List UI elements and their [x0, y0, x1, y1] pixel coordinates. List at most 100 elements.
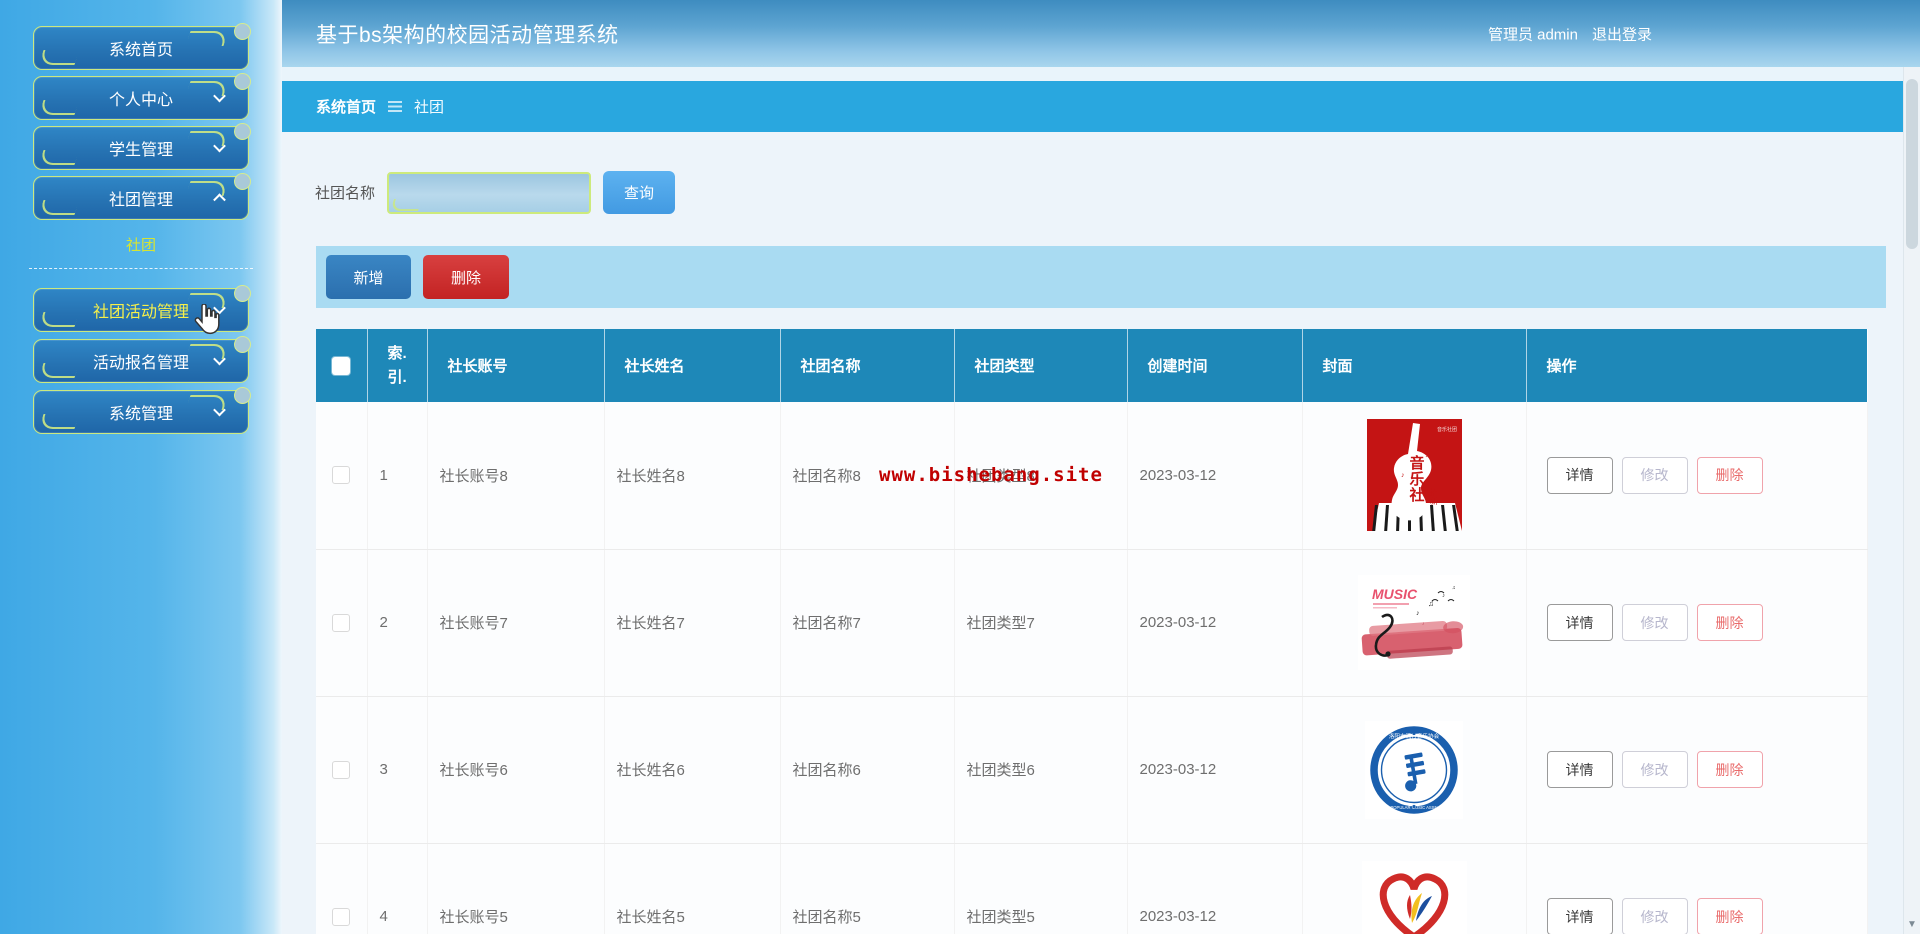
- table-row: 4 社长账号5 社长姓名5 社团名称5 社团类型5 2023-03-12 详情 …: [316, 843, 1868, 934]
- sidebar-item-activity-signup-management[interactable]: 活动报名管理: [33, 336, 251, 383]
- detail-button[interactable]: 详情: [1546, 604, 1613, 641]
- select-all-checkbox[interactable]: [332, 356, 351, 375]
- edit-button[interactable]: 修改: [1621, 604, 1688, 641]
- cell-name: 社长姓名5: [604, 843, 781, 934]
- row-checkbox[interactable]: [332, 466, 351, 485]
- sidebar-item-label: 社团活动管理: [92, 304, 189, 321]
- button-knob-decoration: [234, 387, 251, 404]
- edit-button[interactable]: 修改: [1621, 751, 1688, 788]
- sidebar-item-student-management[interactable]: 学生管理: [33, 123, 251, 170]
- header-divider-strip: [282, 67, 1903, 81]
- column-header-club: 社团名称: [780, 329, 955, 402]
- scrollbar-thumb[interactable]: [1906, 79, 1918, 249]
- button-knob-decoration: [234, 23, 251, 40]
- sidebar-item-label: 个人中心: [108, 92, 173, 109]
- detail-button[interactable]: 详情: [1546, 751, 1613, 788]
- cell-club: 社团名称6: [780, 696, 955, 844]
- svg-text:♪: ♪: [1416, 610, 1420, 617]
- button-knob-decoration: [234, 336, 251, 353]
- cell-created: 2023-03-12: [1127, 402, 1303, 550]
- cell-created: 2023-03-12: [1127, 696, 1303, 844]
- sidebar-item-label: 活动报名管理: [92, 355, 189, 372]
- row-checkbox[interactable]: [332, 907, 351, 926]
- cover-image-music-watercolor-splash: MUSIC ♪ ♫ ♪ ♫ ♪: [1303, 575, 1526, 670]
- vertical-scrollbar[interactable]: ▼: [1903, 67, 1920, 934]
- breadcrumb-home[interactable]: 系统首页: [316, 96, 376, 117]
- content-area: 社团名称 查询 新增 删除 索. 引. 社长账号 社长姓名 社团名称 社团类型 …: [282, 132, 1903, 934]
- row-actions: 详情 修改 删除: [1539, 456, 1867, 494]
- sidebar-item-club-management[interactable]: 社团管理: [33, 173, 251, 220]
- cover-image-heart-love-club-logo: 爱心社团: [1303, 860, 1526, 934]
- scrollbar-down-arrow-icon[interactable]: ▼: [1907, 919, 1917, 930]
- cell-account: 社长账号7: [427, 549, 605, 697]
- column-header-cover: 封面: [1302, 329, 1527, 402]
- app-title: 基于bs架构的校园活动管理系统: [316, 23, 619, 47]
- sidebar-item-system-management[interactable]: 系统管理: [33, 387, 251, 434]
- cell-club: 社团名称5: [780, 843, 955, 934]
- sidebar-item-home[interactable]: 系统首页: [33, 23, 251, 70]
- remove-button[interactable]: 删除: [1696, 604, 1763, 641]
- breadcrumb: 系统首页 社团: [282, 81, 1903, 132]
- chevron-up-icon: [213, 193, 226, 207]
- svg-text:新: 新: [1430, 496, 1438, 506]
- cell-index: 2: [367, 549, 428, 697]
- username: admin: [1537, 26, 1578, 43]
- cell-index: 1: [367, 402, 428, 550]
- row-checkbox[interactable]: [332, 760, 351, 779]
- button-knob-decoration: [234, 73, 251, 90]
- cell-created: 2023-03-12: [1127, 843, 1303, 934]
- column-header-actions: 操作: [1526, 329, 1867, 402]
- page: 系统首页 个人中心 学生管理 社团管理 社团 社团活动管理 活动报名管理 系统管…: [0, 0, 1920, 934]
- chevron-down-icon: [213, 301, 226, 315]
- cell-name: 社长姓名7: [604, 549, 781, 697]
- detail-button[interactable]: 详情: [1546, 898, 1613, 934]
- toolbar-panel: 新增 删除: [316, 246, 1886, 308]
- sidebar-submenu-club[interactable]: 社团: [0, 234, 282, 255]
- svg-text:MUSIC: MUSIC: [1372, 586, 1418, 602]
- sidebar-item-label: 系统管理: [108, 406, 173, 423]
- table-row: 3 社长账号6 社长姓名6 社团名称6 社团类型6 2023-03-12 洛阳市…: [316, 696, 1868, 844]
- svg-text:社: 社: [1408, 486, 1424, 504]
- cell-name: 社长姓名8: [604, 402, 781, 550]
- cell-account: 社长账号5: [427, 843, 605, 934]
- svg-text:乐: 乐: [1409, 470, 1424, 488]
- club-name-search-input[interactable]: [387, 171, 592, 214]
- sidebar-item-personal-center[interactable]: 个人中心: [33, 73, 251, 120]
- column-header-index: 索. 引.: [387, 344, 407, 386]
- chevron-down-icon: [213, 403, 226, 417]
- chevron-down-icon: [213, 352, 226, 366]
- column-header-name: 社长姓名: [604, 329, 781, 402]
- sidebar-item-club-activity-management[interactable]: 社团活动管理: [33, 285, 251, 332]
- column-header-created: 创建时间: [1127, 329, 1303, 402]
- remove-button[interactable]: 删除: [1696, 898, 1763, 934]
- query-button[interactable]: 查询: [603, 171, 676, 214]
- cell-account: 社长账号8: [427, 402, 605, 550]
- watermark-text: www.bishebang.site: [879, 464, 1103, 486]
- chevron-down-icon: [213, 139, 226, 153]
- breadcrumb-separator-icon: [388, 101, 403, 112]
- logout-link[interactable]: 退出登录: [1592, 23, 1652, 44]
- detail-button[interactable]: 详情: [1546, 456, 1613, 494]
- cell-club: 社团名称7: [780, 549, 955, 697]
- sidebar-divider: [29, 268, 253, 269]
- column-header-account: 社长账号: [427, 329, 605, 402]
- edit-button[interactable]: 修改: [1621, 898, 1688, 934]
- edit-button[interactable]: 修改: [1621, 456, 1688, 494]
- remove-button[interactable]: 删除: [1696, 751, 1763, 788]
- sidebar: 系统首页 个人中心 学生管理 社团管理 社团 社团活动管理 活动报名管理 系统管…: [0, 0, 282, 934]
- row-actions: 详情 修改 删除: [1539, 604, 1867, 641]
- svg-text:音: 音: [1409, 454, 1424, 472]
- search-field-label: 社团名称: [315, 185, 376, 202]
- clubs-table: 索. 引. 社长账号 社长姓名 社团名称 社团类型 创建时间 封面 操作 1 社…: [316, 329, 1868, 934]
- search-input-wrapper: [387, 171, 592, 214]
- add-button[interactable]: 新增: [326, 255, 411, 299]
- svg-text:♪: ♪: [1442, 593, 1445, 599]
- user-role: 管理员: [1487, 26, 1533, 43]
- table-header-row: 索. 引. 社长账号 社长姓名 社团名称 社团类型 创建时间 封面 操作: [316, 329, 1867, 402]
- cover-image-music-club-red-poster: 音 乐 社 招 新 音乐社团 ♪ ♫: [1303, 419, 1526, 532]
- row-checkbox[interactable]: [332, 613, 351, 632]
- remove-button[interactable]: 删除: [1696, 456, 1763, 494]
- cell-type: 社团类型5: [954, 843, 1128, 934]
- delete-button[interactable]: 删除: [423, 255, 509, 299]
- table-row: 2 社长账号7 社长姓名7 社团名称7 社团类型7 2023-03-12 MUS…: [316, 549, 1868, 697]
